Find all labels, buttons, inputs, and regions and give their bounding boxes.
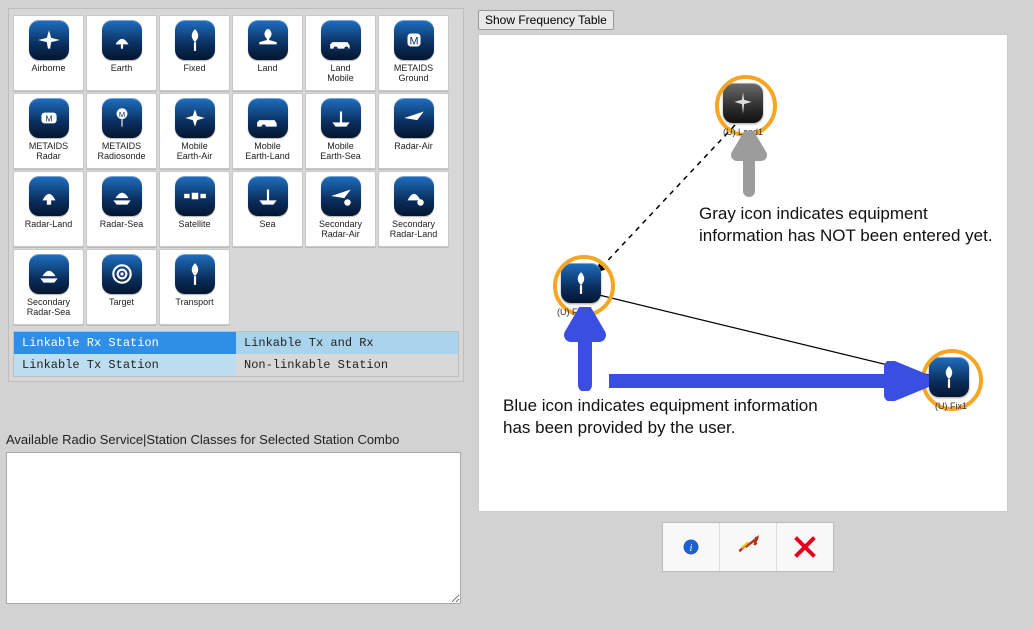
palette-item-label: Earth xyxy=(111,63,133,73)
palette-item-label: METAIDS Radar xyxy=(29,141,68,161)
mobile-earth-land-icon xyxy=(248,98,288,138)
palette-item-label: Airborne xyxy=(31,63,65,73)
palette-item-label: Mobile Earth-Sea xyxy=(320,141,361,161)
palette-item-label: Sea xyxy=(259,219,275,229)
palette-item-label: Radar-Land xyxy=(25,219,73,229)
gray-icon-annotation: Gray icon indicates equipment informatio… xyxy=(699,203,999,247)
palette-item-radar-air[interactable]: Radar-Air xyxy=(378,93,449,169)
palette-item-satellite[interactable]: Satellite xyxy=(159,171,230,247)
palette-item-secondary-radar-sea[interactable]: Secondary Radar-Sea xyxy=(13,249,84,325)
svg-text:M: M xyxy=(409,35,418,47)
palette-item-label: Secondary Radar-Air xyxy=(319,219,362,239)
palette-item-metaids-ground[interactable]: M METAIDS Ground xyxy=(378,15,449,91)
radar-sea-icon xyxy=(102,176,142,216)
info-icon: i xyxy=(682,538,700,556)
palette-item-label: Mobile Earth-Land xyxy=(245,141,290,161)
secondary-radar-air-icon xyxy=(321,176,361,216)
canvas-node-land1[interactable] xyxy=(723,83,763,123)
palette-item-label: Target xyxy=(109,297,134,307)
delete-button[interactable] xyxy=(777,523,833,571)
lightning-arrow-icon xyxy=(735,534,761,560)
svg-text:M: M xyxy=(118,110,124,119)
palette-item-airborne[interactable]: Airborne xyxy=(13,15,84,91)
svg-text:i: i xyxy=(690,543,693,554)
palette-item-label: Land xyxy=(257,63,277,73)
delete-x-icon xyxy=(793,535,817,559)
palette-item-land[interactable]: Land xyxy=(232,15,303,91)
mobile-earth-air-icon xyxy=(175,98,215,138)
secondary-radar-sea-icon xyxy=(29,254,69,294)
palette-item-land-mobile[interactable]: Land Mobile xyxy=(305,15,376,91)
land-icon xyxy=(248,20,288,60)
palette-item-secondary-radar-land[interactable]: Secondary Radar-Land xyxy=(378,171,449,247)
palette-item-metaids-radar[interactable]: M METAIDS Radar xyxy=(13,93,84,169)
palette-item-label: METAIDS Radiosonde xyxy=(97,141,145,161)
legend-txrx: Linkable Tx and Rx xyxy=(236,332,458,354)
fixed-icon xyxy=(175,20,215,60)
legend-nonlink: Non-linkable Station xyxy=(236,354,458,376)
palette-item-label: Secondary Radar-Land xyxy=(390,219,438,239)
palette-item-sea[interactable]: Sea xyxy=(232,171,303,247)
radar-air-icon xyxy=(394,98,434,138)
canvas-node-fix-left[interactable] xyxy=(561,263,601,303)
target-icon xyxy=(102,254,142,294)
available-combo-list[interactable] xyxy=(6,452,461,604)
available-combo-label: Available Radio Service|Station Classes … xyxy=(6,432,399,447)
satellite-icon xyxy=(175,176,215,216)
palette-item-label: Land Mobile xyxy=(327,63,354,83)
metaids-radar-icon: M xyxy=(29,98,69,138)
sea-icon xyxy=(248,176,288,216)
station-palette-panel: Airborne Earth Fixed Land Land Mobile M METAID… xyxy=(8,8,464,382)
palette-item-mobile-earth-sea[interactable]: Mobile Earth-Sea xyxy=(305,93,376,169)
canvas-node-fix1[interactable] xyxy=(929,357,969,397)
palette-item-secondary-radar-air[interactable]: Secondary Radar-Air xyxy=(305,171,376,247)
palette-item-label: Secondary Radar-Sea xyxy=(27,297,71,317)
blue-icon-annotation: Blue icon indicates equipment informatio… xyxy=(503,395,833,439)
link-button[interactable] xyxy=(720,523,777,571)
info-button[interactable]: i xyxy=(663,523,720,571)
show-frequency-table-button[interactable]: Show Frequency Table xyxy=(478,10,614,30)
palette-item-earth[interactable]: Earth xyxy=(86,15,157,91)
palette-item-target[interactable]: Target xyxy=(86,249,157,325)
palette-item-label: Mobile Earth-Air xyxy=(177,141,213,161)
palette-item-radar-sea[interactable]: Radar-Sea xyxy=(86,171,157,247)
palette-item-mobile-earth-air[interactable]: Mobile Earth-Air xyxy=(159,93,230,169)
earth-icon xyxy=(102,20,142,60)
palette-item-mobile-earth-land[interactable]: Mobile Earth-Land xyxy=(232,93,303,169)
station-palette-grid: Airborne Earth Fixed Land Land Mobile M METAID… xyxy=(13,15,459,325)
palette-item-metaids-radiosonde[interactable]: M METAIDS Radiosonde xyxy=(86,93,157,169)
palette-item-label: Fixed xyxy=(183,63,205,73)
palette-item-transport[interactable]: Transport xyxy=(159,249,230,325)
transport-icon xyxy=(175,254,215,294)
palette-item-label: Radar-Air xyxy=(394,141,433,151)
palette-item-radar-land[interactable]: Radar-Land xyxy=(13,171,84,247)
palette-item-fixed[interactable]: Fixed xyxy=(159,15,230,91)
palette-item-label: Satellite xyxy=(178,219,210,229)
canvas-node-fix1-label: (U) Fix1 xyxy=(935,401,967,411)
canvas-toolbar: i xyxy=(662,522,834,572)
svg-text:M: M xyxy=(45,113,52,123)
diagram-canvas[interactable]: (U) Land1 (U) Fix (U) Fix1 Gray icon ind… xyxy=(478,34,1008,512)
secondary-radar-land-icon xyxy=(394,176,434,216)
land-mobile-icon xyxy=(321,20,361,60)
legend-table: Linkable Rx Station Linkable Tx and Rx L… xyxy=(13,331,459,377)
legend-tx: Linkable Tx Station xyxy=(14,354,236,376)
mobile-earth-sea-icon xyxy=(321,98,361,138)
palette-item-label: Radar-Sea xyxy=(100,219,144,229)
legend-rx: Linkable Rx Station xyxy=(14,332,236,354)
radar-land-icon xyxy=(29,176,69,216)
metaids-radiosonde-icon: M xyxy=(102,98,142,138)
airborne-icon xyxy=(29,20,69,60)
palette-item-label: METAIDS Ground xyxy=(394,63,433,83)
palette-item-label: Transport xyxy=(175,297,213,307)
metaids-ground-icon: M xyxy=(394,20,434,60)
